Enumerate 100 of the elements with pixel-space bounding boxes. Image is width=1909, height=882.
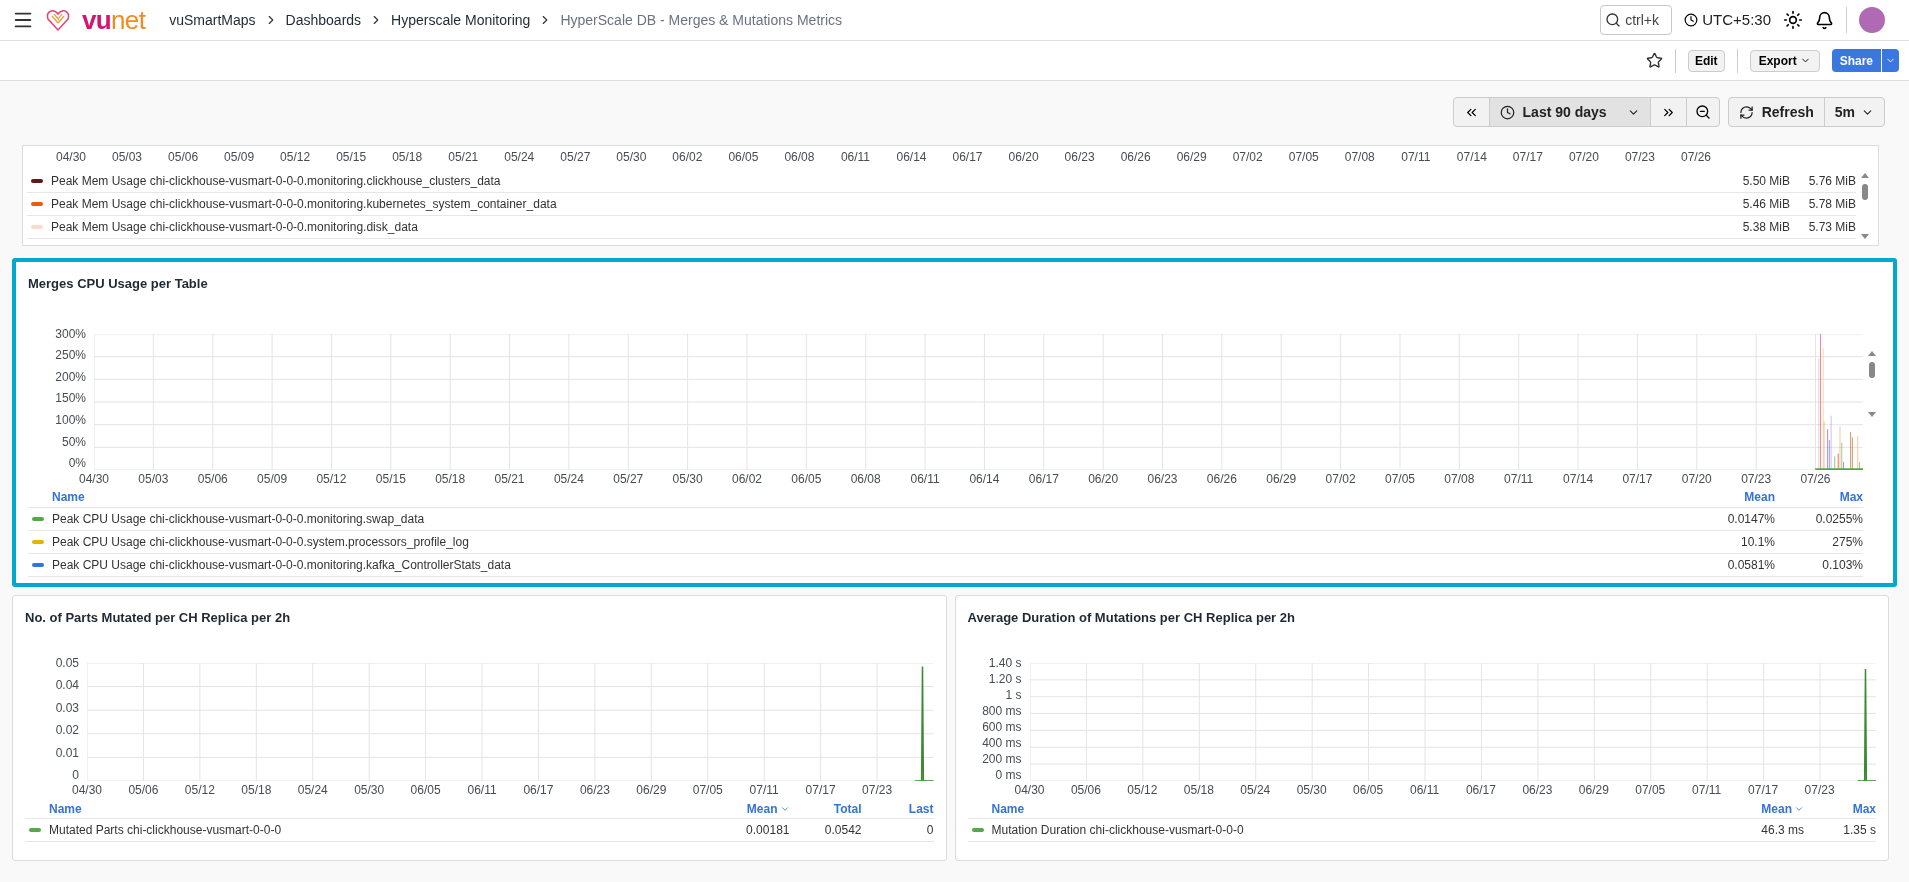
axis-label: 07/23 — [862, 782, 893, 799]
axis-label: 0.05 — [55, 657, 79, 669]
notification-bell-icon[interactable] — [1815, 10, 1834, 30]
column-header[interactable]: Total — [789, 799, 862, 818]
breadcrumb-link[interactable]: Hyperscale Monitoring — [391, 9, 531, 31]
column-header[interactable]: Mean — [1732, 799, 1804, 818]
axis-label: 05/18 — [1183, 782, 1214, 799]
refresh-interval-dropdown[interactable]: 5m — [1824, 98, 1884, 126]
legend-value: 0 — [925, 822, 934, 839]
axis-label: 07/05 — [1635, 782, 1666, 799]
series-name[interactable]: Peak Mem Usage chi-clickhouse-vusmart-0-0-0.monitoring.kubernetes_system_container_data — [51, 195, 1724, 213]
axis-label: 07/26 — [1680, 149, 1711, 166]
column-header[interactable]: Name — [28, 488, 1687, 506]
axis-label: 07/17 — [1622, 470, 1653, 488]
share-menu-button[interactable] — [1881, 49, 1899, 72]
axis-label: 600 ms — [982, 721, 1022, 733]
legend-value: 0.0255% — [1814, 510, 1863, 528]
axis-label: 07/17 — [1512, 149, 1543, 166]
axis-label: 06/11 — [840, 149, 871, 166]
axis-label: 07/05 — [692, 782, 723, 799]
axis-label: 0.04 — [55, 679, 79, 692]
axis-label: 05/03 — [138, 470, 169, 488]
axis-label: 07/11 — [1692, 782, 1722, 799]
axis-label: 200 ms — [982, 753, 1022, 765]
avatar[interactable] — [1859, 7, 1885, 33]
column-header[interactable]: Name — [967, 799, 1732, 818]
axis-label: 07/17 — [1748, 782, 1779, 799]
axis-label: 04/30 — [1014, 782, 1045, 799]
axis-label: 05/24 — [553, 470, 584, 488]
axis-label: 05/30 — [616, 149, 647, 166]
series-name[interactable]: Peak Mem Usage chi-clickhouse-vusmart-0-0-0.monitoring.clickhouse_clusters_data — [51, 172, 1724, 190]
column-header[interactable]: Name — [25, 799, 718, 818]
axis-label: 1.20 s — [988, 673, 1022, 685]
legend-value: 10.1% — [1739, 533, 1775, 551]
axis-label: 05/03 — [112, 149, 143, 166]
axis-label: 1.40 s — [988, 657, 1022, 669]
axis-label: 06/08 — [784, 149, 815, 166]
axis-label: 07/17 — [805, 782, 836, 799]
edit-button[interactable]: Edit — [1687, 49, 1725, 72]
search-field[interactable]: ctrl+k — [1600, 5, 1673, 35]
export-button[interactable]: Export — [1749, 49, 1820, 72]
axis-label: 06/17 — [1465, 782, 1496, 799]
theme-sun-icon[interactable] — [1783, 10, 1803, 30]
axis-label: 07/20 — [1681, 470, 1712, 488]
axis-label: 05/21 — [448, 149, 479, 166]
axis-label: 06/17 — [1028, 470, 1059, 488]
axis-label: 05/15 — [375, 470, 406, 488]
series-name[interactable]: Peak Mem Usage chi-clickhouse-vusmart-0-0-0.monitoring.disk_data — [51, 218, 1724, 236]
breadcrumb-link[interactable]: vuSmartMaps — [169, 9, 256, 31]
series-name[interactable]: Mutation Duration chi-clickhouse-vusmart-0-0-0 — [991, 821, 1732, 839]
axis-label: 06/29 — [636, 782, 667, 799]
axis-label: 250% — [55, 349, 86, 362]
column-header[interactable]: Mean — [1687, 488, 1775, 506]
axis-label: 50% — [61, 435, 86, 448]
axis-label: 06/17 — [952, 149, 983, 166]
axis-label: 100% — [55, 414, 86, 427]
legend-value: 0.103% — [1821, 556, 1863, 574]
favorite-star-icon[interactable] — [1645, 52, 1663, 69]
axis-label: 06/02 — [672, 149, 703, 166]
axis-label: 06/29 — [1578, 782, 1609, 799]
axis-label: 07/14 — [1456, 149, 1487, 166]
axis-label: 06/08 — [850, 470, 881, 488]
timezone-label[interactable]: UTC+5:30 — [1702, 8, 1771, 32]
time-range-picker[interactable]: Last 90 days — [1489, 98, 1651, 126]
clock-icon — [1684, 13, 1699, 27]
axis-label: 06/05 — [1353, 782, 1384, 799]
series-name[interactable]: Peak CPU Usage chi-clickhouse-vusmart-0-0-0.monitoring.swap_data — [52, 509, 1687, 528]
axis-label: 200% — [55, 370, 86, 383]
breadcrumb-link[interactable]: HyperScale DB - Merges & Mutations Metrics — [560, 9, 843, 31]
panel-title: Merges CPU Usage per Table — [28, 275, 209, 293]
axis-label: 07/11 — [749, 782, 779, 799]
breadcrumb-link[interactable]: Dashboards — [285, 9, 362, 31]
series-name[interactable]: Peak CPU Usage chi-clickhouse-vusmart-0-0-0.monitoring.kafka_ControllerStats_data — [52, 555, 1687, 574]
series-name[interactable]: Peak CPU Usage chi-clickhouse-vusmart-0-0-0.system.processors_profile_log — [52, 532, 1687, 551]
axis-label: 05/12 — [184, 782, 215, 799]
legend-value: 5.38 MiB — [1741, 219, 1790, 236]
axis-label: 05/24 — [297, 782, 328, 799]
axis-label: 05/06 — [197, 470, 228, 488]
column-header[interactable]: Max — [1775, 488, 1863, 506]
axis-label: 06/05 — [791, 470, 822, 488]
series-name[interactable]: Mutated Parts chi-clickhouse-vusmart-0-0-0 — [49, 821, 718, 839]
axis-label: 05/09 — [257, 470, 288, 488]
legend-value: 5.50 MiB — [1741, 173, 1790, 190]
share-button[interactable]: Share — [1831, 49, 1881, 72]
legend-value: 275% — [1831, 533, 1863, 551]
axis-label: 06/02 — [731, 470, 762, 488]
axis-label: 07/02 — [1232, 149, 1263, 166]
axis-label: 06/05 — [410, 782, 441, 799]
refresh-button[interactable]: Refresh — [1728, 98, 1825, 126]
column-header[interactable]: Mean — [717, 799, 790, 818]
axis-label: 07/23 — [1741, 470, 1772, 488]
axis-label: 06/20 — [1008, 149, 1039, 166]
axis-label: 05/21 — [494, 470, 525, 488]
axis-label: 0 — [72, 768, 79, 781]
logo-icon — [46, 8, 70, 32]
axis-label: 06/11 — [910, 470, 940, 488]
axis-label: 0.03 — [55, 701, 79, 714]
axis-label: 400 ms — [982, 737, 1022, 749]
column-header[interactable]: Last — [861, 799, 934, 818]
column-header[interactable]: Max — [1804, 799, 1876, 818]
